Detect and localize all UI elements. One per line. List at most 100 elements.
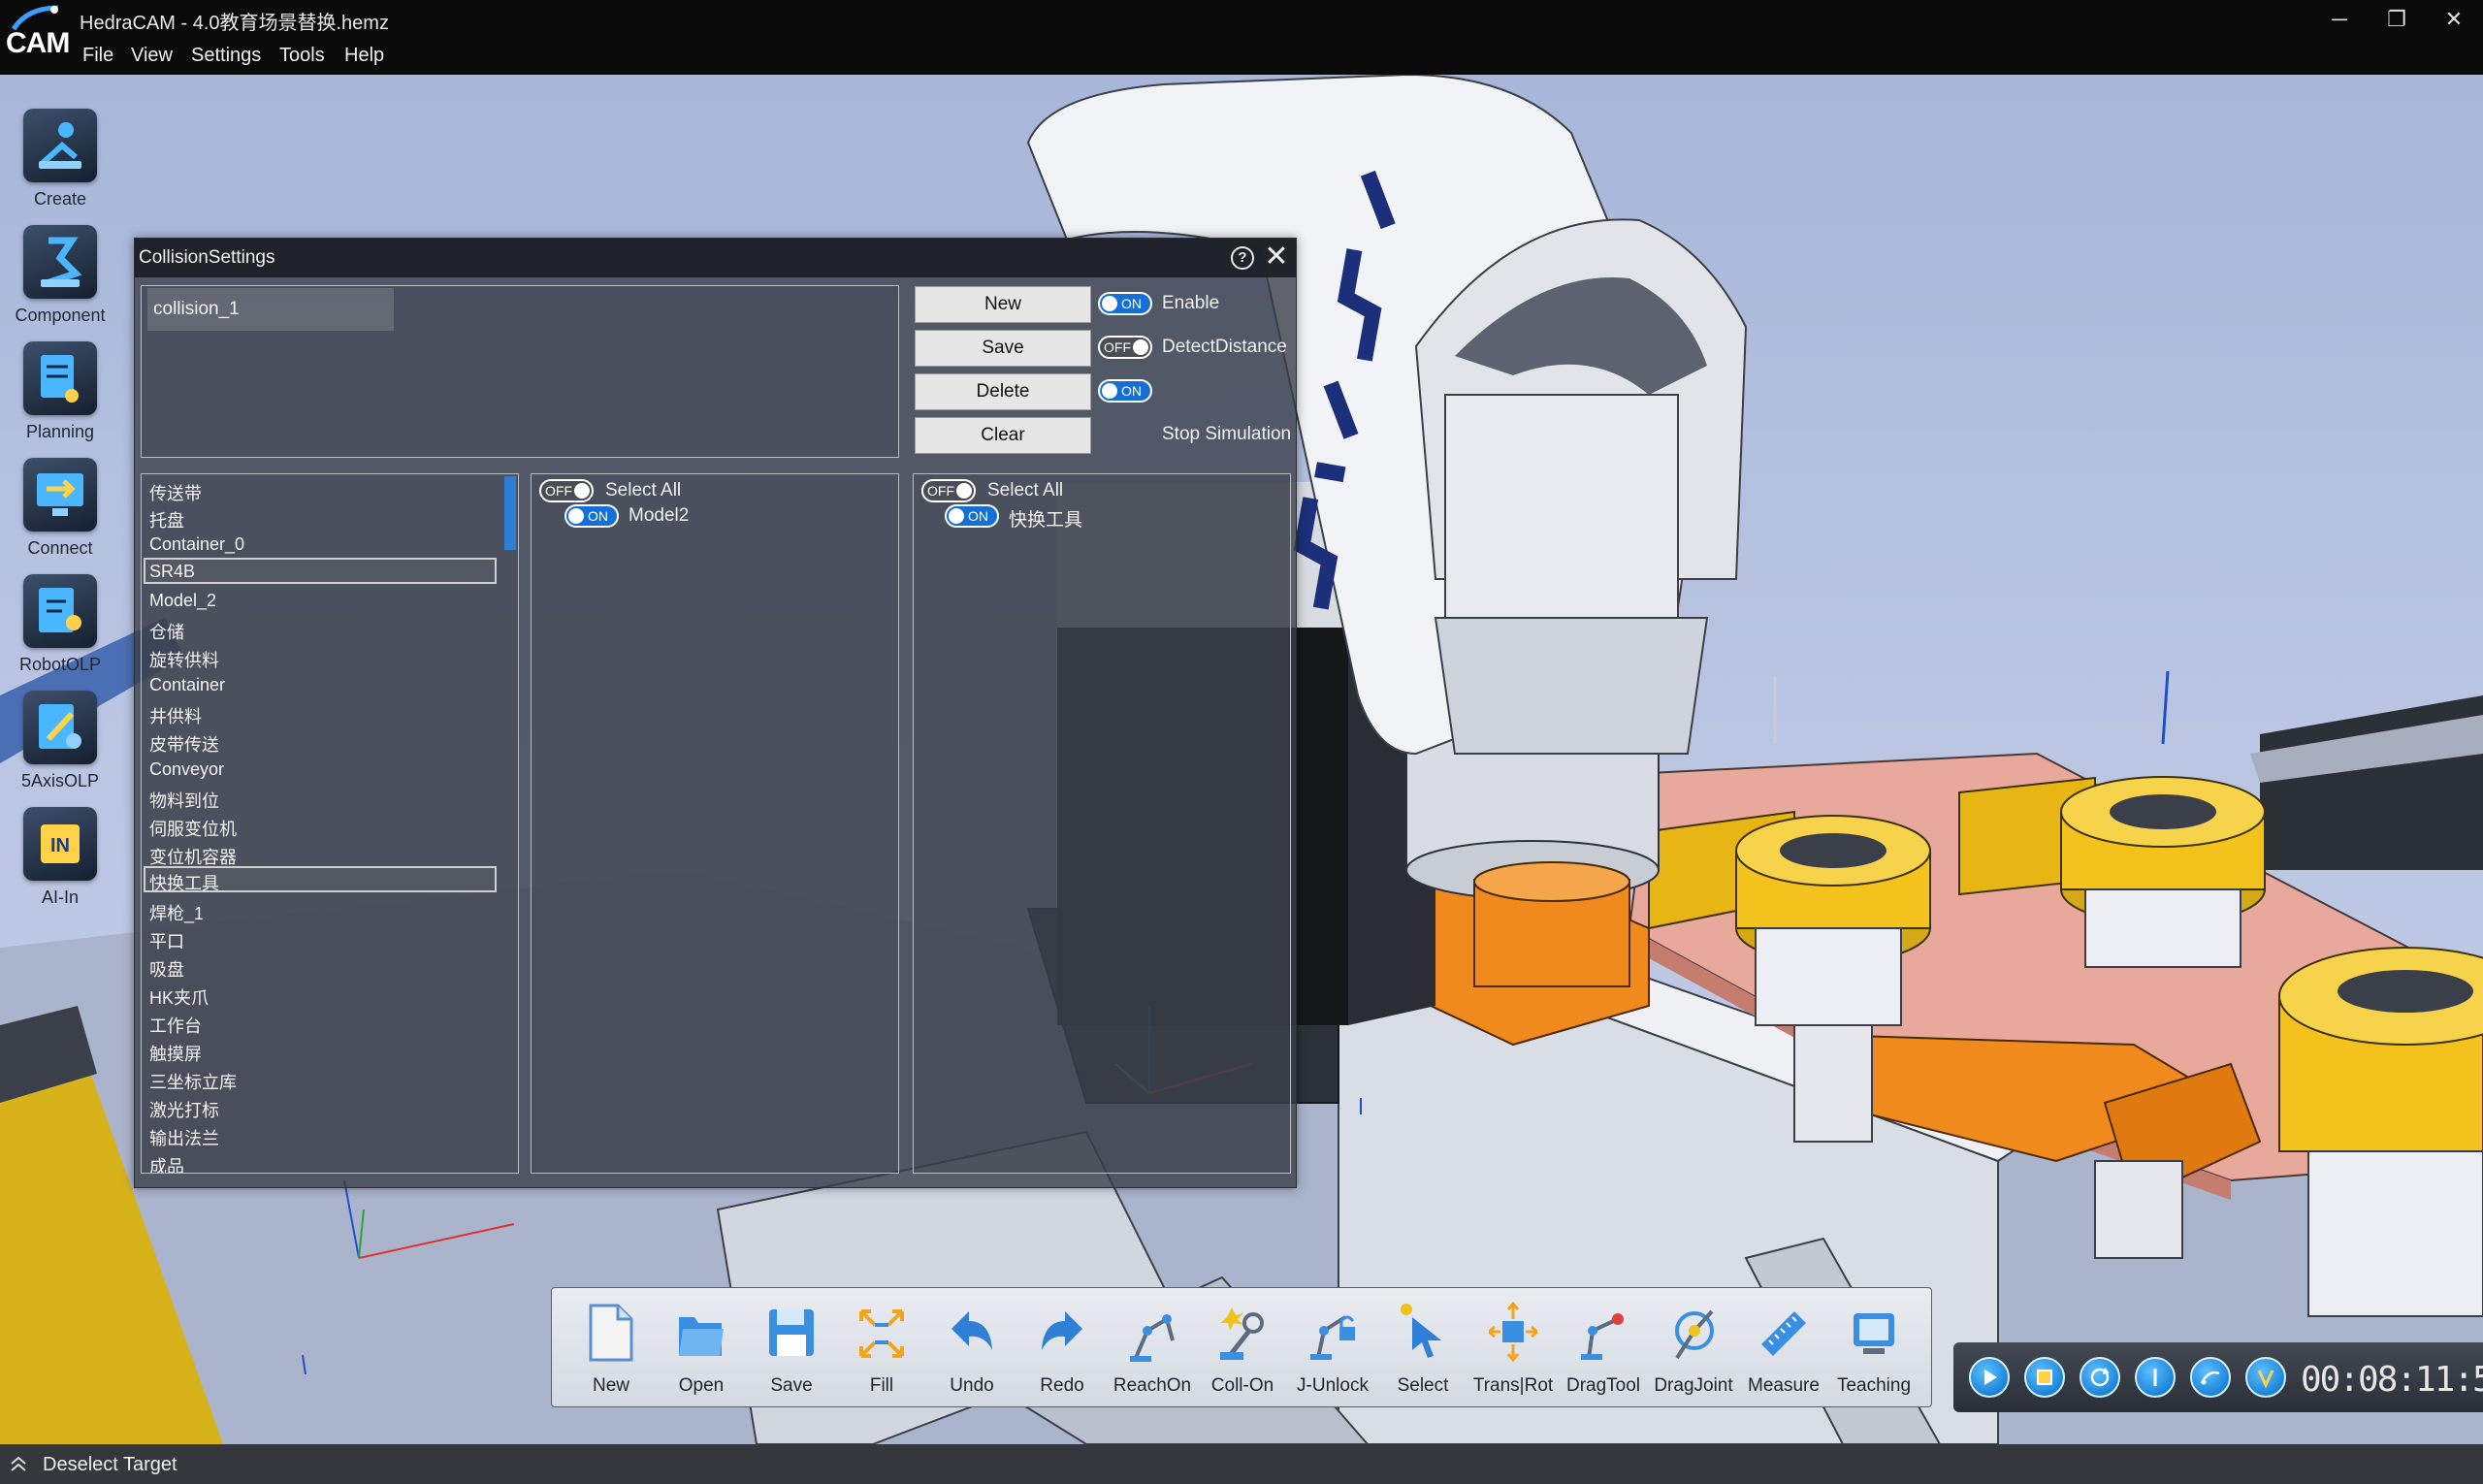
ai-in-label: AI-In	[41, 887, 79, 907]
new-file-icon	[589, 1304, 633, 1362]
path-button[interactable]	[2190, 1357, 2231, 1398]
menu-file[interactable]: File	[82, 45, 113, 67]
measure-button[interactable]: Measure	[1739, 1296, 1828, 1403]
minimize-button[interactable]: ─	[2320, 4, 2359, 35]
save-button[interactable]: Save	[747, 1296, 836, 1403]
robot-olp-tool[interactable]: RobotOLP	[6, 574, 114, 687]
model-list-scrollbar[interactable]	[504, 476, 516, 550]
drag-joint-button[interactable]: DragJoint	[1649, 1296, 1738, 1403]
list-item[interactable]: Conveyor	[144, 756, 497, 782]
list-item[interactable]: 井供料	[144, 699, 497, 726]
list-item[interactable]: 物料到位	[144, 784, 497, 811]
restore-button[interactable]: ❐	[2377, 4, 2416, 35]
bottom-toolbar: New Open Save Fill Undo Redo ReachOn Col…	[551, 1287, 1932, 1407]
joint-unlock-icon	[1310, 1315, 1355, 1360]
menu-settings[interactable]: Settings	[191, 45, 261, 67]
collision-on-button[interactable]: Coll-On	[1198, 1296, 1287, 1403]
save-collision-button[interactable]: Save	[915, 330, 1091, 367]
enable-toggle[interactable]: ON	[1098, 292, 1152, 315]
select-all-b-toggle[interactable]: OFF	[921, 479, 976, 502]
select-all-a-toggle[interactable]: OFF	[539, 479, 594, 502]
view-icon	[2257, 1370, 2274, 1389]
joint-unlock-button[interactable]: J-Unlock	[1288, 1296, 1377, 1403]
list-item[interactable]: 焊枪_1	[144, 896, 497, 923]
delete-collision-button[interactable]: Delete	[915, 373, 1091, 410]
list-item[interactable]: 吸盘	[144, 952, 497, 980]
simulation-time: 00:08:11:565	[2301, 1360, 2483, 1400]
list-item[interactable]: Container_0	[144, 531, 497, 557]
list-item[interactable]: Container	[144, 671, 497, 697]
fill-button[interactable]: Fill	[837, 1296, 926, 1403]
planning-tool[interactable]: Planning	[6, 341, 114, 454]
play-button[interactable]	[1969, 1357, 2010, 1398]
new-collision-button[interactable]: New	[915, 286, 1091, 323]
list-item[interactable]: 皮带传送	[144, 727, 497, 755]
undo-button[interactable]: Undo	[927, 1296, 1016, 1403]
create-tool[interactable]: Create	[6, 109, 114, 221]
list-item[interactable]: Model_2	[144, 587, 497, 613]
list-item[interactable]: 成品	[144, 1149, 497, 1173]
connect-tool[interactable]: Connect	[6, 458, 114, 570]
logo-text: CAM	[6, 27, 70, 59]
menu-tools[interactable]: Tools	[279, 45, 325, 67]
list-item[interactable]: 工作台	[144, 1009, 497, 1036]
stop-simulation-toggle[interactable]: ON	[1098, 379, 1152, 403]
close-window-button[interactable]: ✕	[2435, 4, 2473, 35]
redo-button[interactable]: Redo	[1017, 1296, 1107, 1403]
five-axis-olp-tool[interactable]: 5AxisOLP	[6, 691, 114, 803]
list-item[interactable]: 触摸屏	[144, 1037, 497, 1064]
component-tool[interactable]: Component	[6, 225, 114, 338]
open-folder-icon	[679, 1317, 724, 1356]
quick-change-tool-toggle[interactable]: ON	[945, 504, 999, 528]
list-item[interactable]: HK夹爪	[144, 981, 497, 1008]
list-item[interactable]: 传送带	[144, 476, 497, 503]
menu-view[interactable]: View	[131, 45, 173, 67]
list-item-selected[interactable]: 快换工具	[144, 866, 497, 893]
view-button[interactable]	[2245, 1357, 2286, 1398]
ai-in-icon: IN	[41, 824, 80, 863]
double-chevron-up-icon[interactable]	[8, 1454, 29, 1475]
list-item[interactable]: 输出法兰	[144, 1121, 497, 1148]
clear-collision-button[interactable]: Clear	[915, 417, 1091, 454]
list-item[interactable]: 三坐标立库	[144, 1065, 497, 1092]
list-item[interactable]: 平口	[144, 924, 497, 952]
detect-distance-toggle[interactable]: OFF	[1098, 336, 1152, 359]
drag-tool-icon	[1581, 1313, 1624, 1360]
list-item-selected[interactable]: SR4B	[144, 558, 497, 584]
collision-on-icon	[1220, 1307, 1264, 1360]
create-icon	[39, 122, 81, 169]
svg-text:IN: IN	[50, 835, 70, 856]
dialog-close-button[interactable]: ✕	[1262, 242, 1291, 272]
teaching-button[interactable]: Teaching	[1829, 1296, 1919, 1403]
loop-icon	[2090, 1368, 2110, 1387]
dialog-titlebar[interactable]: CollisionSettings ? ✕	[135, 239, 1296, 277]
model-list[interactable]: 传送带 托盘 Container_0 SR4B Model_2 仓储 旋转供料 …	[141, 473, 519, 1174]
menu-help[interactable]: Help	[344, 45, 384, 67]
app-logo: CAM	[4, 2, 70, 70]
reach-on-button[interactable]: ReachOn	[1108, 1296, 1197, 1403]
list-item[interactable]: 变位机容器	[144, 840, 497, 867]
collision-item[interactable]: collision_1	[147, 288, 394, 331]
list-item[interactable]: 托盘	[144, 503, 497, 531]
list-item[interactable]: 仓储	[144, 615, 497, 642]
stop-button[interactable]	[2024, 1357, 2065, 1398]
component-label: Component	[15, 306, 106, 325]
speed-button[interactable]	[2135, 1357, 2176, 1398]
translate-rotate-button[interactable]: Trans|Rot	[1468, 1296, 1558, 1403]
select-all-b-label: Select All	[987, 480, 1064, 500]
select-button[interactable]: Select	[1378, 1296, 1467, 1403]
help-icon[interactable]: ?	[1231, 246, 1254, 270]
new-button[interactable]: New	[566, 1296, 656, 1403]
collision-group-a: OFF Select All ON Model2	[531, 473, 899, 1174]
list-item[interactable]: 旋转供料	[144, 643, 497, 670]
ai-in-tool[interactable]: IN AI-In	[6, 807, 114, 919]
model2-toggle[interactable]: ON	[564, 504, 619, 528]
drag-tool-button[interactable]: DragTool	[1559, 1296, 1648, 1403]
list-item[interactable]: 激光打标	[144, 1093, 497, 1120]
path-icon	[2200, 1371, 2220, 1385]
loop-button[interactable]	[2080, 1357, 2120, 1398]
open-button[interactable]: Open	[657, 1296, 746, 1403]
translate-rotate-icon	[1489, 1302, 1537, 1363]
list-item[interactable]: 伺服变位机	[144, 812, 497, 839]
planning-icon	[41, 355, 79, 403]
